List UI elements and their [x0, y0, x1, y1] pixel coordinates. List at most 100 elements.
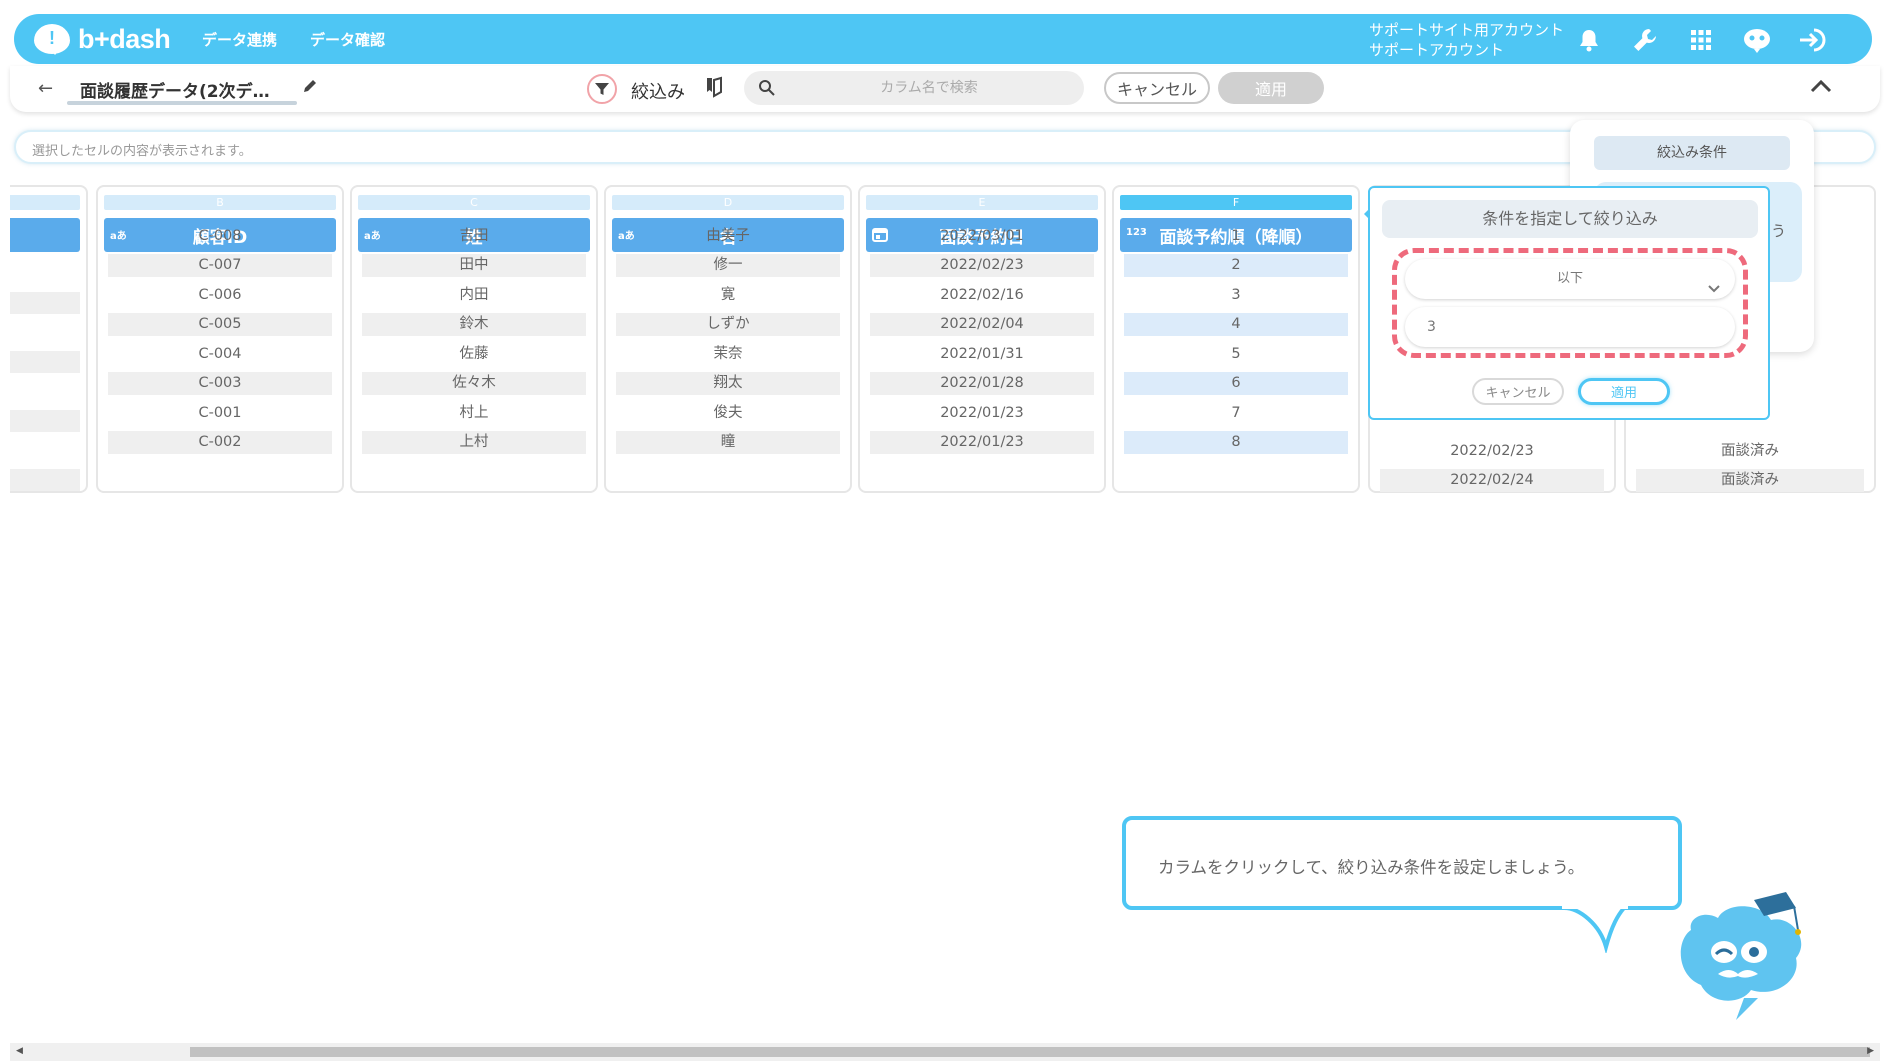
table-cell[interactable]: 2022/02/23	[1380, 440, 1604, 463]
popover-title: 条件を指定して絞り込み	[1382, 200, 1758, 238]
table-cell[interactable]: 6	[1124, 372, 1348, 395]
table-cell[interactable]: 由美子	[616, 225, 840, 248]
table-cell[interactable]: 村上	[362, 402, 586, 425]
table-cell[interactable]: 佐々木	[362, 372, 586, 395]
scrollbar-thumb[interactable]	[190, 1047, 1870, 1057]
table-cell[interactable]: 面談済み	[1636, 469, 1864, 492]
chevron-up-icon[interactable]	[1810, 78, 1832, 97]
table-cell[interactable]: C-007	[108, 254, 332, 277]
popover-cancel-button[interactable]: キャンセル	[1472, 378, 1564, 405]
table-cell[interactable]: 8	[1124, 431, 1348, 454]
bookmark-icon[interactable]	[705, 76, 723, 102]
bdash-logo[interactable]: ! b+dash	[34, 23, 171, 55]
table-cell[interactable]: 修一	[616, 254, 840, 277]
table-cell[interactable]: 2022/01/28	[870, 372, 1094, 395]
filter-label[interactable]: 絞込み	[631, 78, 685, 104]
account-info[interactable]: サポートサイト用アカウント サポートアカウント	[1369, 20, 1564, 60]
table-cell[interactable]: 3	[1124, 284, 1348, 307]
blank-cell[interactable]	[10, 410, 80, 432]
tutorial-speech-bubble: カラムをクリックして、絞り込み条件を設定しましょう。	[1122, 816, 1682, 910]
column-letter[interactable]: D	[612, 195, 844, 210]
blank-cell[interactable]	[10, 351, 80, 373]
table-cell[interactable]: 2	[1124, 254, 1348, 277]
table-cell[interactable]: 1	[1124, 225, 1348, 248]
logo-text: b+dash	[78, 23, 171, 54]
nav-data-integration[interactable]: データ連携	[202, 29, 277, 50]
table-cell[interactable]: 吉田	[362, 225, 586, 248]
assistant-mascot-icon[interactable]	[1742, 25, 1772, 55]
logout-icon[interactable]	[1798, 25, 1828, 55]
account-user-name: サポートアカウント	[1369, 41, 1505, 59]
table-cell[interactable]: 2022/01/23	[870, 431, 1094, 454]
column-f[interactable]: F 123 面談予約順（降順） 1 2 3 4 5 6 7 8	[1112, 185, 1360, 493]
blank-cell[interactable]	[10, 292, 80, 314]
table-cell[interactable]: 5	[1124, 343, 1348, 366]
table-cell[interactable]: 茉奈	[616, 343, 840, 366]
column-e[interactable]: E 面談予約日 2022/03/01 2022/02/23 2022/02/16 2022…	[858, 185, 1106, 493]
table-cell[interactable]: C-005	[108, 313, 332, 336]
table-cell[interactable]: 2022/02/23	[870, 254, 1094, 277]
table-cell[interactable]: C-008	[108, 225, 332, 248]
table-cell[interactable]: 上村	[362, 431, 586, 454]
table-cell[interactable]: 2022/03/01	[870, 225, 1094, 248]
column-c[interactable]: Caあ姓吉田 田中 内田 鈴木 佐藤 佐々木 村上 上村	[350, 185, 598, 493]
table-cell[interactable]: しずか	[616, 313, 840, 336]
table-cell[interactable]: C-004	[108, 343, 332, 366]
toolbar-apply-button[interactable]: 適用	[1218, 72, 1324, 104]
table-cell[interactable]: 寛	[616, 284, 840, 307]
column-a-partial[interactable]	[10, 185, 88, 493]
table-cell[interactable]: C-003	[108, 372, 332, 395]
scroll-left-arrow-icon[interactable]: ◀	[16, 1046, 23, 1056]
table-cell[interactable]: 2022/02/04	[870, 313, 1094, 336]
table-cell[interactable]: 2022/01/23	[870, 402, 1094, 425]
table-cell[interactable]: 7	[1124, 402, 1348, 425]
table-cell[interactable]: 2022/02/16	[870, 284, 1094, 307]
column-letter[interactable]: E	[866, 195, 1098, 210]
back-arrow-icon[interactable]: ←	[38, 78, 53, 99]
table-cell[interactable]: C-006	[108, 284, 332, 307]
table-cell[interactable]: 内田	[362, 284, 586, 307]
column-d[interactable]: Daあ名由美子 修一寛しずか 茉奈 翔太 俊夫瞳	[604, 185, 852, 493]
table-cell[interactable]: 2022/01/31	[870, 343, 1094, 366]
column-letter[interactable]: B	[104, 195, 336, 210]
column-header[interactable]	[10, 218, 80, 252]
hint-text-fragment: う	[1770, 222, 1786, 240]
chevron-down-icon	[1707, 271, 1721, 311]
column-letter	[10, 195, 80, 210]
table-cell[interactable]: C-002	[108, 431, 332, 454]
operator-value: 以下	[1556, 271, 1583, 286]
speech-bubble-tail	[1562, 905, 1628, 953]
column-b[interactable]: Baあ 顧客ID C-008 C-007 C-006 C-005 C-004 C-003 C-0…	[96, 185, 344, 493]
dataset-toolbar: ← 面談履歴データ(2次デ… 絞込み キャンセル 適用	[10, 66, 1880, 112]
popover-apply-button[interactable]: 適用	[1578, 378, 1670, 405]
horizontal-scrollbar[interactable]: ◀ ▶	[10, 1043, 1880, 1061]
table-cell[interactable]: 面談済み	[1636, 440, 1864, 463]
table-cell[interactable]: 瞳	[616, 431, 840, 454]
pencil-edit-icon[interactable]	[302, 78, 318, 98]
table-cell[interactable]: 俊夫	[616, 402, 840, 425]
table-cell[interactable]: C-001	[108, 402, 332, 425]
column-letter[interactable]: C	[358, 195, 590, 210]
column-search-input[interactable]	[784, 71, 1074, 105]
filter-funnel-icon[interactable]	[587, 74, 617, 104]
table-cell[interactable]: 2022/02/24	[1380, 469, 1604, 492]
table-cell[interactable]: 鈴木	[362, 313, 586, 336]
dataset-title[interactable]: 面談履歴データ(2次デ…	[80, 77, 290, 102]
blank-cell[interactable]	[10, 469, 80, 491]
nav-data-check[interactable]: データ確認	[310, 29, 385, 50]
operator-select[interactable]: 以下	[1405, 259, 1735, 299]
table-cell[interactable]: 翔太	[616, 372, 840, 395]
condition-value-input[interactable]	[1405, 307, 1735, 347]
tutorial-message: カラムをクリックして、絞り込み条件を設定しましょう。	[1158, 858, 1585, 877]
table-cell[interactable]: 4	[1124, 313, 1348, 336]
column-letter[interactable]: F	[1120, 195, 1352, 210]
scroll-right-arrow-icon[interactable]: ▶	[1867, 1046, 1874, 1056]
filter-condition-popover: 条件を指定して絞り込み 以下 キャンセル 適用	[1364, 186, 1770, 420]
toolbar-cancel-button[interactable]: キャンセル	[1104, 72, 1210, 104]
bell-icon[interactable]	[1574, 25, 1604, 55]
table-cell[interactable]: 佐藤	[362, 343, 586, 366]
apps-grid-icon[interactable]	[1686, 25, 1716, 55]
column-search-field[interactable]	[744, 71, 1084, 105]
table-cell[interactable]: 田中	[362, 254, 586, 277]
wrench-icon[interactable]	[1630, 25, 1660, 55]
